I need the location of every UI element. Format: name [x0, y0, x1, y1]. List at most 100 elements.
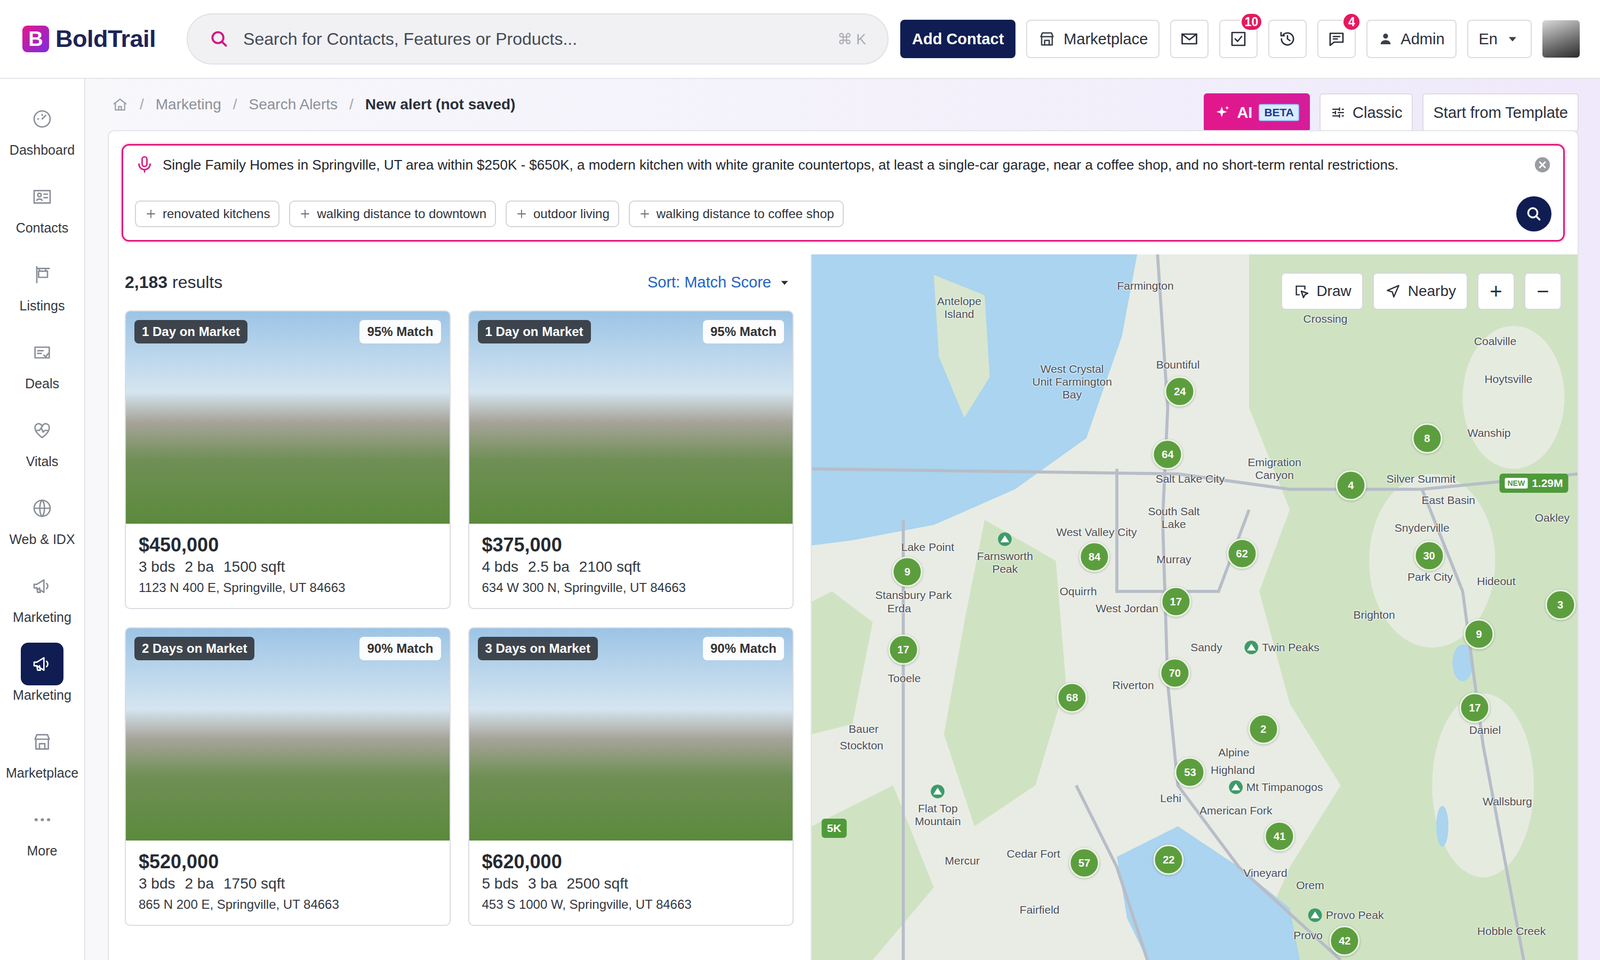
- cluster-marker[interactable]: 64: [1152, 439, 1183, 470]
- cluster-marker[interactable]: 4: [1335, 469, 1366, 501]
- global-search[interactable]: Search for Contacts, Features or Product…: [186, 13, 889, 65]
- sidebar-item[interactable]: Marketplace: [5, 711, 79, 790]
- breadcrumb-item[interactable]: Marketing: [155, 96, 222, 114]
- cluster-marker[interactable]: 8: [1411, 422, 1443, 454]
- add-contact-button[interactable]: Add Contact: [900, 19, 1016, 59]
- listing-card[interactable]: 3 Days on Market90% Match$620,0005 bds3 …: [468, 627, 795, 926]
- place-label: Stansbury Park: [875, 588, 952, 602]
- mail-button[interactable]: [1170, 19, 1209, 59]
- query-field[interactable]: Single Family Homes in Springville, UT a…: [121, 144, 1565, 242]
- suggestion-chip[interactable]: walking distance to downtown: [289, 200, 496, 228]
- beds: 5 bds: [482, 873, 519, 894]
- sidebar-item[interactable]: Dashboard: [9, 88, 75, 167]
- map[interactable]: FarmingtonAntelope IslandCrossingCoalvil…: [811, 254, 1578, 960]
- place-label: Vineyard: [1243, 866, 1288, 880]
- listing-photo[interactable]: 1 Day on Market95% Match: [125, 311, 450, 524]
- home-icon[interactable]: [112, 96, 128, 113]
- logo-name[interactable]: BoldTrail: [55, 25, 156, 53]
- breadcrumb-separator: /: [233, 96, 238, 114]
- results-area: 2,183 results Sort: Match Score 1 Day on M…: [107, 254, 1579, 960]
- user-avatar[interactable]: [1542, 20, 1580, 58]
- sidebar-item[interactable]: Vitals: [20, 400, 64, 478]
- user-menu-button[interactable]: Admin: [1366, 19, 1456, 59]
- price-marker[interactable]: NEW1.29M: [1499, 473, 1568, 493]
- cluster-marker[interactable]: 9: [1464, 619, 1495, 650]
- listing-photo[interactable]: 3 Days on Market90% Match: [469, 628, 794, 841]
- listing-photo[interactable]: 2 Days on Market90% Match: [125, 628, 450, 841]
- map-tool-button[interactable]: Nearby: [1372, 272, 1468, 310]
- beds: 3 bds: [138, 556, 176, 578]
- place-label: Mt Timpanogos: [1228, 779, 1324, 795]
- cluster-marker[interactable]: 2: [1248, 714, 1279, 745]
- price-marker[interactable]: 5K: [821, 818, 847, 838]
- suggestion-chip[interactable]: walking distance to coffee shop: [628, 200, 844, 228]
- cluster-marker[interactable]: 70: [1159, 657, 1190, 688]
- marketplace-button[interactable]: Marketplace: [1026, 19, 1160, 59]
- cluster-marker[interactable]: 84: [1079, 541, 1110, 572]
- cluster-marker[interactable]: 41: [1264, 821, 1295, 852]
- search-placeholder[interactable]: Search for Contacts, Features or Product…: [243, 29, 578, 50]
- listing-grid: 1 Day on Market95% Match$450,0003 bds2 b…: [124, 310, 794, 926]
- tasks-button[interactable]: 10: [1219, 19, 1258, 59]
- cluster-marker[interactable]: 9: [892, 556, 923, 588]
- history-button[interactable]: [1268, 19, 1307, 59]
- listing-facts: 4 bds2.5 ba2100 sqft: [482, 556, 781, 578]
- cluster-marker[interactable]: 30: [1413, 540, 1445, 571]
- zoom-out-button[interactable]: −: [1524, 272, 1562, 310]
- match-badge: 90% Match: [702, 636, 784, 661]
- heart-icon: [31, 419, 53, 442]
- sidebar-item[interactable]: Web & IDX: [9, 477, 75, 556]
- plus-icon: [298, 207, 312, 221]
- listing-card[interactable]: 2 Days on Market90% Match$520,0003 bds2 …: [124, 627, 451, 926]
- map-tool-button[interactable]: Draw: [1281, 272, 1363, 310]
- cluster-marker[interactable]: 62: [1226, 538, 1258, 569]
- cluster-marker[interactable]: 57: [1069, 848, 1100, 879]
- result-count: 2,183 results: [124, 272, 223, 293]
- cluster-marker[interactable]: 68: [1057, 682, 1088, 713]
- cluster-marker[interactable]: 22: [1153, 844, 1184, 876]
- cluster-marker[interactable]: 17: [888, 634, 919, 665]
- place-label: Stockton: [840, 739, 884, 752]
- breadcrumb-item[interactable]: Search Alerts: [249, 96, 339, 114]
- listing-card[interactable]: 1 Day on Market95% Match$450,0003 bds2 b…: [124, 310, 451, 610]
- sidebar-item[interactable]: Marketing: [12, 633, 72, 712]
- language-select[interactable]: En: [1467, 19, 1532, 59]
- listing-price: $520,000: [138, 850, 437, 874]
- sidebar-item[interactable]: Marketing: [12, 555, 72, 634]
- sidebar-item[interactable]: Contacts: [16, 166, 69, 245]
- sidebar-label: More: [27, 843, 58, 859]
- logo[interactable]: BBoldTrail: [22, 25, 156, 53]
- cluster-marker[interactable]: 17: [1160, 586, 1191, 617]
- mode-button[interactable]: Start from Template: [1422, 93, 1579, 132]
- listing-address: 634 W 300 N, Springville, UT 84663: [482, 579, 781, 597]
- place-label: Erda: [887, 602, 911, 615]
- suggestion-chip[interactable]: outdoor living: [505, 200, 620, 228]
- mode-button[interactable]: AIBETA: [1203, 93, 1310, 132]
- card-icon: [31, 186, 53, 208]
- mode-button[interactable]: Classic: [1319, 93, 1413, 132]
- clear-icon[interactable]: [1533, 155, 1552, 174]
- chat-button[interactable]: 4: [1317, 19, 1356, 59]
- sidebar: DashboardContactsListingsDealsVitalsWeb …: [0, 78, 86, 960]
- sidebar-item[interactable]: Deals: [20, 322, 64, 400]
- zoom-in-button[interactable]: +: [1477, 272, 1515, 310]
- query-text[interactable]: Single Family Homes in Springville, UT a…: [162, 155, 1525, 174]
- sort-dropdown[interactable]: Sort: Match Score: [645, 273, 794, 292]
- sqft: 2500 sqft: [566, 873, 629, 894]
- logo-mark[interactable]: B: [22, 25, 50, 53]
- listing-card[interactable]: 1 Day on Market95% Match$375,0004 bds2.5…: [468, 310, 795, 610]
- sparkle-icon: [1214, 104, 1231, 121]
- cluster-marker[interactable]: 42: [1329, 925, 1360, 956]
- cluster-marker[interactable]: 24: [1164, 376, 1196, 407]
- suggestion-chip[interactable]: renovated kitchens: [134, 200, 280, 228]
- sidebar-item[interactable]: More: [20, 789, 64, 868]
- cluster-marker[interactable]: 3: [1545, 589, 1576, 620]
- sidebar-item[interactable]: Listings: [19, 244, 66, 323]
- microphone-icon[interactable]: [134, 155, 155, 175]
- cluster-marker[interactable]: 17: [1459, 692, 1491, 724]
- cluster-marker[interactable]: 53: [1174, 756, 1206, 788]
- listing-price: $450,000: [138, 533, 437, 557]
- search-submit-button[interactable]: [1516, 196, 1552, 232]
- place-label: West Valley City: [1056, 525, 1138, 539]
- listing-photo[interactable]: 1 Day on Market95% Match: [469, 311, 794, 524]
